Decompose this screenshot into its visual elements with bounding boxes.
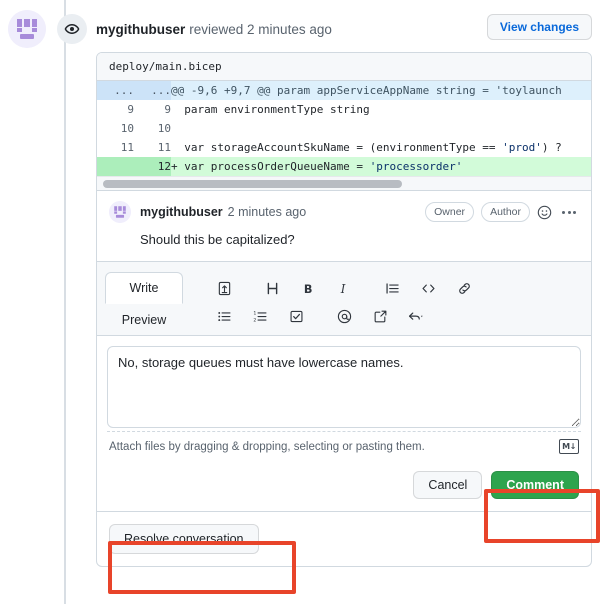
diff-rows: ...... @@ -9,6 +9,7 @@ param appServiceAp… <box>97 81 591 176</box>
diff-row: 99 param environmentType string <box>97 100 591 119</box>
existing-comment: mygithubuser 2 minutes ago Owner Author <box>97 191 591 262</box>
composer-tabs: Write Preview <box>105 270 183 335</box>
diff-old-line-number: ... <box>97 81 134 100</box>
diff-row: 10 10 <box>97 119 591 138</box>
formatting-toolbar-row-1: B I <box>211 274 583 302</box>
diff-row: 12 + var processOrderQueueName = 'process… <box>97 157 591 176</box>
attach-files-row[interactable]: Attach files by dragging & dropping, sel… <box>107 431 581 461</box>
svg-text:2: 2 <box>253 317 256 323</box>
diff-code-cell: param environmentType string <box>171 100 591 119</box>
diff-new-line-number: 12 <box>134 157 171 176</box>
diff-code-cell: @@ -9,6 +9,7 @@ param appServiceAppName … <box>171 81 591 100</box>
markdown-badge-icon[interactable]: M↓ <box>559 439 579 454</box>
diff-code-cell <box>171 119 591 138</box>
diff-row: 11 11 var storageAccountSkuName = (enviro… <box>97 138 591 157</box>
numbered-list-icon[interactable]: 12 <box>247 304 273 328</box>
diff-horizontal-scrollbar[interactable] <box>97 176 591 190</box>
comment-textarea-wrapper <box>97 336 591 431</box>
diff-new-line-number: 9 <box>134 100 171 119</box>
badge-owner: Owner <box>425 202 475 222</box>
diff-old-line-number: 11 <box>97 138 134 157</box>
formatting-toolbar: B I 1 2 <box>183 270 583 335</box>
composer-actions: Cancel Comment <box>97 461 591 511</box>
quote-icon[interactable] <box>379 276 405 300</box>
svg-text:1: 1 <box>253 310 256 316</box>
eye-icon <box>57 14 87 44</box>
comment-avatar <box>109 201 131 223</box>
kebab-menu-icon[interactable] <box>559 210 579 214</box>
view-changes-button[interactable]: View changes <box>486 14 592 40</box>
diff-row: ...... @@ -9,6 +9,7 @@ param appServiceAp… <box>97 81 591 100</box>
diff-filename: deploy/main.bicep <box>97 53 591 81</box>
comment-header-actions: Owner Author <box>425 202 579 222</box>
diff-table: ...... @@ -9,6 +9,7 @@ param appServiceAp… <box>97 81 591 176</box>
review-action-text: reviewed 2 minutes ago <box>189 21 332 37</box>
code-icon[interactable] <box>415 276 441 300</box>
comment-textarea[interactable] <box>107 346 581 428</box>
timeline-rail <box>64 0 66 604</box>
comment-header: mygithubuser 2 minutes ago Owner Author <box>109 201 579 223</box>
comment-timestamp: 2 minutes ago <box>227 205 307 219</box>
diff-old-line-number: 9 <box>97 100 134 119</box>
pull-request-review-thread: mygithubuser reviewed 2 minutes ago View… <box>0 0 600 604</box>
resolve-row: Resolve conversation <box>97 511 591 566</box>
formatting-toolbar-row-2: 12 <box>211 302 583 330</box>
diff-code-cell: + var processOrderQueueName = 'processor… <box>171 157 591 176</box>
diff-old-line-number: 10 <box>97 119 134 138</box>
italic-icon[interactable]: I <box>331 276 357 300</box>
diff-new-line-number: 10 <box>134 119 171 138</box>
link-icon[interactable] <box>451 276 477 300</box>
comment-author: mygithubuser <box>140 205 223 219</box>
resolve-conversation-button[interactable]: Resolve conversation <box>109 524 259 554</box>
tab-preview[interactable]: Preview <box>105 303 183 335</box>
diff-new-line-number: ... <box>134 81 171 100</box>
upload-file-icon[interactable] <box>211 276 237 300</box>
task-list-icon[interactable] <box>283 304 309 328</box>
avatar <box>8 10 46 48</box>
review-author: mygithubuser <box>96 21 186 37</box>
diff-old-line-number <box>97 157 134 176</box>
diff-code-cell: var storageAccountSkuName = (environment… <box>171 138 591 157</box>
cancel-button[interactable]: Cancel <box>413 471 483 499</box>
tab-write[interactable]: Write <box>105 272 183 304</box>
reply-icon[interactable] <box>403 304 429 328</box>
scrollbar-thumb[interactable] <box>103 180 402 188</box>
badge-author: Author <box>481 202 530 222</box>
heading-icon[interactable] <box>259 276 285 300</box>
diff-block: deploy/main.bicep ...... @@ -9,6 +9,7 @@ … <box>97 53 591 191</box>
svg-text:B: B <box>303 282 312 295</box>
mention-icon[interactable] <box>331 304 357 328</box>
attach-files-hint: Attach files by dragging & dropping, sel… <box>109 440 425 453</box>
smiley-icon[interactable] <box>537 205 552 220</box>
comment-button[interactable]: Comment <box>491 471 579 499</box>
composer-toolbar-area: Write Preview B I 1 2 <box>97 262 591 336</box>
review-thread-card: deploy/main.bicep ...... @@ -9,6 +9,7 @@ … <box>96 52 592 567</box>
cross-reference-icon[interactable] <box>367 304 393 328</box>
diff-new-line-number: 11 <box>134 138 171 157</box>
comment-composer: Write Preview B I 1 2 No, storage queues… <box>97 262 591 511</box>
svg-text:I: I <box>339 281 345 295</box>
bold-icon[interactable]: B <box>295 276 321 300</box>
bulleted-list-icon[interactable] <box>211 304 237 328</box>
comment-body: Should this be capitalized? <box>140 232 295 247</box>
